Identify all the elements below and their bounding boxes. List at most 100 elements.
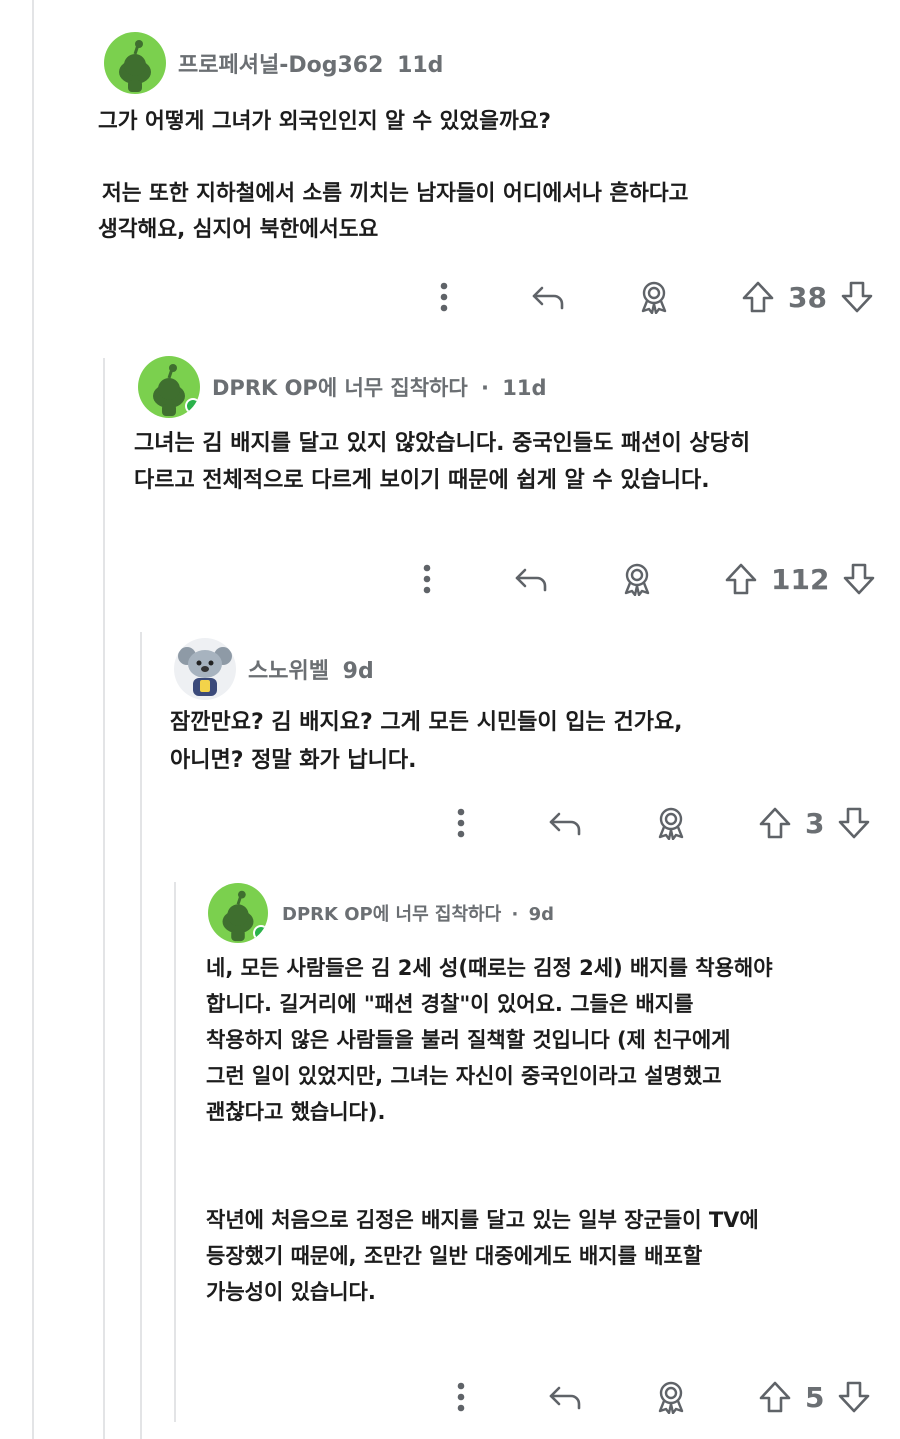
award-icon (624, 563, 650, 596)
comment-paragraph: 가능성이 있습니다. (206, 1280, 376, 1304)
comment-paragraph: 합니다. 길거리에 "패션 경찰"이 있어요. 그들은 배지를 (206, 992, 694, 1016)
snoo-avatar[interactable] (104, 32, 166, 94)
reply-arrow-icon (549, 1386, 581, 1410)
snoo-avatar[interactable] (138, 356, 200, 418)
meta-separator: · (481, 376, 489, 400)
comment-age: 9d (528, 904, 554, 925)
reply-button[interactable] (543, 808, 587, 838)
award-button[interactable] (649, 806, 693, 840)
more-vertical-icon (423, 564, 431, 594)
comment-body: 네, 모든 사람들은 김 2세 성(때로는 김정 2세) 배지를 착용해야 합니… (206, 950, 773, 1310)
koala-character-icon (178, 647, 232, 696)
award-button[interactable] (615, 562, 659, 596)
downvote-arrow-icon (839, 1381, 870, 1413)
award-button[interactable] (632, 280, 676, 314)
downvote-arrow-icon (841, 281, 873, 313)
character-avatar[interactable] (174, 638, 236, 700)
reply-button[interactable] (543, 1382, 587, 1412)
vote-score: 112 (771, 562, 830, 596)
snoo-avatar[interactable] (208, 883, 268, 943)
reply-button[interactable] (526, 282, 570, 312)
comment-paragraph: 잠깐만요? 김 배지요? 그게 모든 시민들이 입는 건가요, (170, 710, 683, 735)
comment-body: 그가 어떻게 그녀가 외국인인지 알 수 있었을까요? 저는 또한 지하철에서 … (98, 104, 688, 248)
vote-score: 38 (788, 280, 827, 314)
comment-paragraph: 아니면? 정말 화가 납니다. (170, 748, 417, 773)
comment-paragraph: 작년에 처음으로 김정은 배지를 달고 있는 일부 장군들이 TV에 (206, 1208, 759, 1232)
online-status-dot (185, 398, 200, 414)
comment-paragraph: 괜찮다고 했습니다). (206, 1100, 386, 1124)
award-icon (658, 1381, 684, 1414)
comment-paragraph: 등장했기 때문에, 조만간 일반 대중에게도 배지를 배포할 (206, 1244, 703, 1268)
downvote-button[interactable] (839, 562, 879, 596)
vote-score: 3 (805, 806, 825, 840)
snoo-icon (119, 40, 151, 92)
thread-line-level-2 (140, 632, 142, 1439)
upvote-button[interactable] (721, 562, 761, 596)
comment-body: 그녀는 김 배지를 달고 있지 않았습니다. 중국인들도 패션이 상당히 다르고… (134, 425, 750, 499)
more-vertical-icon (440, 282, 448, 312)
downvote-button[interactable] (837, 280, 877, 314)
comment-paragraph: 저는 또한 지하철에서 소름 끼치는 남자들이 어디에서나 흔하다고 (102, 181, 689, 206)
comment-author[interactable]: 프로페셔널-Dog362 (178, 53, 383, 78)
comment-paragraph: 네, 모든 사람들은 김 2세 성(때로는 김정 2세) 배지를 착용해야 (206, 956, 773, 980)
upvote-arrow-icon (759, 1381, 791, 1413)
comment-author-line[interactable]: 프로페셔널-Dog362 11d (178, 47, 443, 79)
downvote-arrow-icon (839, 807, 870, 839)
comment-paragraph (98, 140, 688, 176)
comment-actions: 3 (441, 800, 874, 846)
more-options-button[interactable] (407, 564, 447, 594)
comment-paragraph: 생각해요, 심지어 북한에서도요 (98, 217, 379, 242)
downvote-button[interactable] (834, 806, 874, 840)
comment-author[interactable]: DPRK OP에 너무 집착하다 (282, 904, 501, 925)
upvote-button[interactable] (755, 806, 795, 840)
comment-header: DPRK OP에 너무 집착하다 · 11d (138, 356, 547, 418)
reply-button[interactable] (509, 564, 553, 594)
comment-body: 잠깐만요? 김 배지요? 그게 모든 시민들이 입는 건가요, 아니면? 정말 … (170, 704, 683, 780)
more-options-button[interactable] (441, 1382, 481, 1412)
thread-line-level-1 (103, 358, 105, 1439)
comment-author-line[interactable]: DPRK OP에 너무 집착하다 · 9d (282, 900, 554, 926)
comment-header: 스노위벨 9d (174, 638, 374, 700)
comment-header: 프로페셔널-Dog362 11d (104, 32, 443, 94)
comment-paragraph: 그가 어떻게 그녀가 외국인인지 알 수 있었을까요? (98, 109, 551, 134)
comment-author-line[interactable]: DPRK OP에 너무 집착하다 · 11d (212, 372, 547, 402)
upvote-arrow-icon (742, 281, 774, 313)
more-vertical-icon (457, 1382, 465, 1412)
comment-actions: 38 (424, 274, 877, 320)
upvote-button[interactable] (738, 280, 778, 314)
comment-paragraph (206, 1166, 773, 1202)
award-icon (641, 281, 667, 314)
comment-age: 11d (502, 376, 547, 400)
reply-arrow-icon (515, 568, 547, 592)
reply-arrow-icon (532, 286, 564, 310)
comment-author[interactable]: DPRK OP에 너무 집착하다 (212, 376, 468, 400)
comment-age: 9d (342, 659, 374, 684)
comment-actions: 112 (407, 556, 879, 602)
downvote-arrow-icon (844, 563, 875, 595)
meta-separator: · (511, 904, 519, 925)
upvote-arrow-icon (759, 807, 791, 839)
upvote-button[interactable] (755, 1380, 795, 1414)
more-options-button[interactable] (424, 282, 464, 312)
award-icon (658, 807, 684, 840)
comment-paragraph (206, 1130, 773, 1166)
reply-arrow-icon (549, 812, 581, 836)
online-status-dot (253, 925, 268, 941)
comment-paragraph: 착용하지 않은 사람들을 불러 질책할 것입니다 (제 친구에게 (206, 1028, 731, 1052)
comment-age: 11d (397, 53, 444, 78)
more-options-button[interactable] (441, 808, 481, 838)
thread-line-level-3 (174, 882, 176, 1422)
comment-actions: 5 (441, 1374, 874, 1420)
award-button[interactable] (649, 1380, 693, 1414)
comment-header: DPRK OP에 너무 집착하다 · 9d (208, 883, 554, 943)
more-vertical-icon (457, 808, 465, 838)
upvote-arrow-icon (725, 563, 757, 595)
comment-paragraph: 그녀는 김 배지를 달고 있지 않았습니다. 중국인들도 패션이 상당히 (134, 431, 751, 456)
vote-score: 5 (805, 1380, 825, 1414)
comment-author-line[interactable]: 스노위벨 9d (248, 653, 374, 685)
downvote-button[interactable] (834, 1380, 874, 1414)
comment-author[interactable]: 스노위벨 (248, 659, 329, 684)
comment-paragraph: 다르고 전체적으로 다르게 보이기 때문에 쉽게 알 수 있습니다. (134, 468, 710, 493)
thread-line-root (32, 0, 34, 1439)
comment-paragraph: 그런 일이 있었지만, 그녀는 자신이 중국인이라고 설명했고 (206, 1064, 722, 1088)
